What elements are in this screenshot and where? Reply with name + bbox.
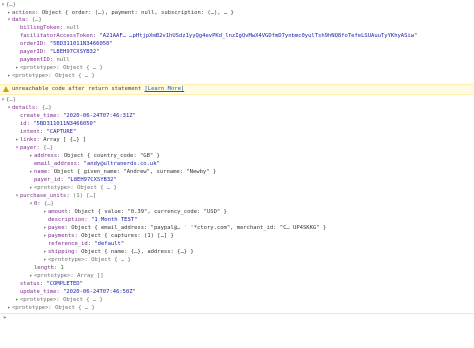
- tree-row-billingtoken: billingToken: null: [20, 25, 80, 31]
- tree-row-email-address: email_address: "andy@ultranerds.co.uk": [34, 161, 160, 167]
- tree-row-root-prototype[interactable]: ▸<prototype>: Object { … }: [0, 305, 474, 312]
- tree-row-payerid: payerID: "L8EH97CXSYB32": [20, 49, 100, 55]
- tree-row-payer[interactable]: ▾payer: {…}: [0, 145, 474, 152]
- tree-row-links[interactable]: ▸links: Array [ {…} ]: [0, 137, 474, 144]
- tree-row-status: status: "COMPLETED": [20, 281, 83, 287]
- tree-row-reference-id: reference_id: "default": [48, 241, 125, 247]
- tree-row-purchase-units-prototype[interactable]: ▸<prototype>: Array []: [0, 273, 474, 280]
- warning-icon: [3, 86, 9, 92]
- tree-row-payments[interactable]: ▸payments: Object { captures: (1) […] }: [0, 233, 474, 240]
- tree-row-details-prototype[interactable]: ▸<prototype>: Object { … }: [0, 297, 474, 304]
- console-input[interactable]: »: [0, 313, 474, 322]
- warning-message: unreachable code after return statement …: [0, 84, 474, 95]
- tree-row-orderid: orderID: "5BD311011N3466050": [20, 41, 113, 47]
- console-output: ▾{…} ▸actions: Object { order: (…), paym…: [0, 0, 474, 348]
- prompt-chevron-icon: »: [3, 315, 7, 321]
- tree-row-amount[interactable]: ▸amount: Object { value: "0.39", currenc…: [0, 209, 474, 216]
- tree-row-create-time: create_time: "2020-06-24T07:46:31Z": [20, 113, 136, 119]
- tree-row-id: id: "5BD311011N3466050": [20, 121, 97, 127]
- tree-row-purchase-unit-0-prototype[interactable]: ▸<prototype>: Object { … }: [0, 257, 474, 264]
- tree-row-purchase-units[interactable]: ▾purchase_units: (1) […]: [0, 193, 474, 200]
- tree-row-paymentid: paymentID: null: [20, 57, 70, 63]
- tree-row-payer-id: payer_id: "L8EH97CXSYB32": [34, 177, 117, 183]
- tree-row-payer-prototype[interactable]: ▸<prototype>: Object { … }: [0, 185, 474, 192]
- tree-row-purchase-unit-0[interactable]: ▾0: {…}: [0, 201, 474, 208]
- learn-more-link[interactable]: [Learn More]: [144, 86, 184, 92]
- tree-row-shipping[interactable]: ▸shipping: Object { name: {…}, address: …: [0, 249, 474, 256]
- tree-row-actions[interactable]: ▸actions: Object { order: (…), payment: …: [0, 10, 474, 17]
- tree-row-update-time: update_time: "2020-06-24T07:46:50Z": [20, 289, 136, 295]
- tree-row-payee[interactable]: ▸payee: Object { email_address: "paypal@…: [0, 225, 474, 232]
- tree-row-intent: intent: "CAPTURE": [20, 129, 77, 135]
- tree-row-description: description: "1 Month TEST": [48, 217, 138, 223]
- tree-row-address[interactable]: ▸address: Object { country_code: "GB" }: [0, 153, 474, 160]
- tree-row-name[interactable]: ▸name: Object { given_name: "Andrew", su…: [0, 169, 474, 176]
- tree-row-details[interactable]: ▾details: {…}: [0, 105, 474, 112]
- tree-row-root-prototype[interactable]: ▸<prototype>: Object { … }: [0, 73, 474, 80]
- tree-row-facilitatoraccesstoken: facilitatorAccessToken: "A21AAF… …pHtjpX…: [20, 33, 418, 39]
- console-entry-root[interactable]: ▾{…}: [0, 97, 474, 104]
- tree-row-data-prototype[interactable]: ▸<prototype>: Object { … }: [0, 65, 474, 72]
- tree-row-data[interactable]: ▾data: {…}: [0, 17, 474, 24]
- console-entry-root[interactable]: ▾{…}: [0, 2, 474, 9]
- tree-row-length: length: 1: [34, 265, 64, 271]
